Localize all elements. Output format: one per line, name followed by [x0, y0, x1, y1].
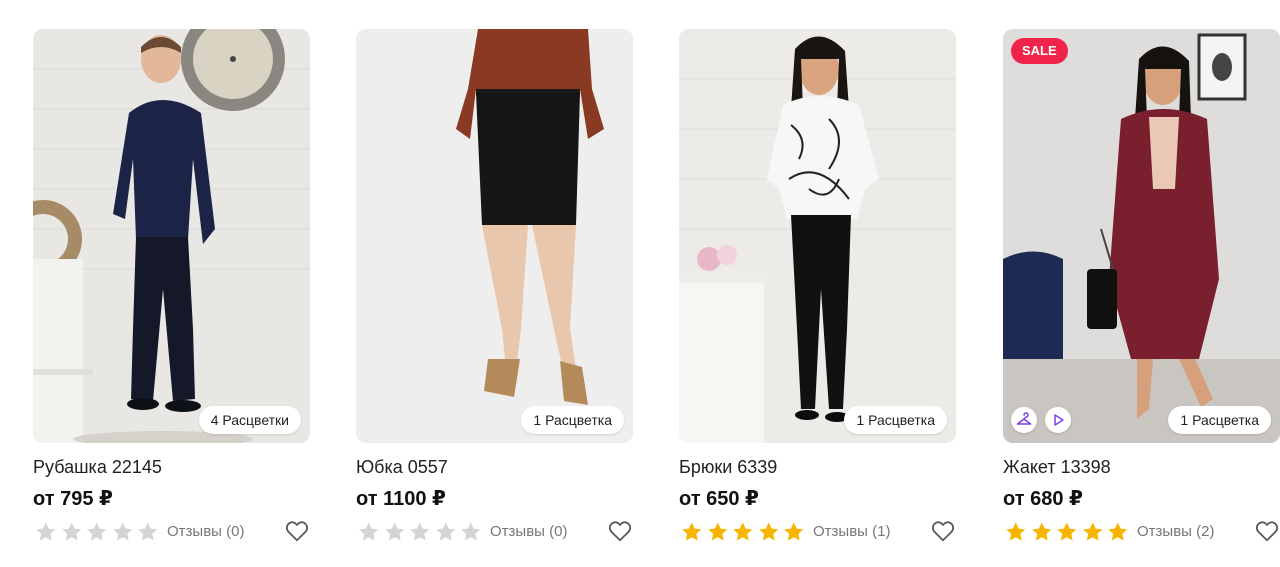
product-price: от 650 ₽: [679, 488, 759, 510]
woman-in-black-trousers-photo: [679, 29, 956, 443]
black-pencil-skirt-photo: [356, 29, 633, 443]
product-card[interactable]: 1 Расцветка Юбка 0557 от 1100 ₽ Отзывы (…: [356, 29, 633, 549]
product-price: от 795 ₽: [33, 488, 113, 510]
star-icon: [410, 522, 430, 541]
color-count-badge[interactable]: 4 Расцветки: [198, 406, 301, 434]
product-photo[interactable]: 1 Расцветка: [356, 29, 633, 443]
color-count-badge[interactable]: 1 Расцветка: [521, 406, 624, 434]
product-card[interactable]: 1 Расцветка Брюки 6339 от 650 ₽ Отзывы (…: [679, 29, 956, 549]
star-icon: [758, 522, 778, 541]
product-price: от 1100 ₽: [356, 488, 446, 510]
star-icon: [87, 522, 107, 541]
star-icon: [707, 522, 727, 541]
hanger-icon[interactable]: [1011, 407, 1037, 433]
product-photo[interactable]: SALE 1 Расцветка: [1003, 29, 1280, 443]
product-photo[interactable]: 1 Расцветка: [679, 29, 956, 443]
color-count-badge[interactable]: 1 Расцветка: [844, 406, 947, 434]
star-icon: [1108, 522, 1128, 541]
heart-outline-icon[interactable]: [930, 518, 956, 544]
rating-row: Отзывы (0): [356, 520, 633, 544]
star-icon: [1057, 522, 1077, 541]
star-icon: [682, 522, 702, 541]
heart-outline-icon[interactable]: [607, 518, 633, 544]
sale-badge: SALE: [1011, 38, 1068, 64]
color-count-badge[interactable]: 1 Расцветка: [1168, 406, 1271, 434]
rating-stars: [33, 520, 161, 544]
reviews-link[interactable]: Отзывы (0): [490, 522, 567, 542]
rating-stars: [356, 520, 484, 544]
product-title[interactable]: Рубашка 22145: [33, 457, 310, 477]
reviews-link[interactable]: Отзывы (2): [1137, 522, 1214, 542]
product-photo[interactable]: 4 Расцветки: [33, 29, 310, 443]
star-icon: [784, 522, 804, 541]
rating-stars: [1003, 520, 1131, 544]
star-icon: [112, 522, 132, 541]
heart-outline-icon[interactable]: [1254, 518, 1280, 544]
star-icon: [61, 522, 81, 541]
product-grid: 4 Расцветки Рубашка 22145 от 795 ₽ Отзыв…: [33, 29, 1280, 559]
product-title[interactable]: Брюки 6339: [679, 457, 956, 477]
man-in-navy-shirt-photo: [33, 29, 310, 443]
product-title[interactable]: Юбка 0557: [356, 457, 633, 477]
star-icon: [138, 522, 158, 541]
rating-row: Отзывы (2): [1003, 520, 1280, 544]
product-card[interactable]: SALE 1 Расцветка Жакет 13398 от 680 ₽ От…: [1003, 29, 1280, 549]
star-icon: [461, 522, 481, 541]
star-icon: [359, 522, 379, 541]
woman-in-burgundy-jacket-photo: [1003, 29, 1280, 443]
star-icon: [1082, 522, 1102, 541]
star-icon: [733, 522, 753, 541]
star-icon: [1006, 522, 1026, 541]
product-price: от 680 ₽: [1003, 488, 1083, 510]
reviews-link[interactable]: Отзывы (0): [167, 522, 244, 542]
rating-row: Отзывы (1): [679, 520, 956, 544]
reviews-link[interactable]: Отзывы (1): [813, 522, 890, 542]
heart-outline-icon[interactable]: [284, 518, 310, 544]
star-icon: [435, 522, 455, 541]
play-icon[interactable]: [1045, 407, 1071, 433]
product-title[interactable]: Жакет 13398: [1003, 457, 1280, 477]
star-icon: [1031, 522, 1051, 541]
rating-stars: [679, 520, 807, 544]
star-icon: [36, 522, 56, 541]
star-icon: [384, 522, 404, 541]
product-card[interactable]: 4 Расцветки Рубашка 22145 от 795 ₽ Отзыв…: [33, 29, 310, 549]
rating-row: Отзывы (0): [33, 520, 310, 544]
